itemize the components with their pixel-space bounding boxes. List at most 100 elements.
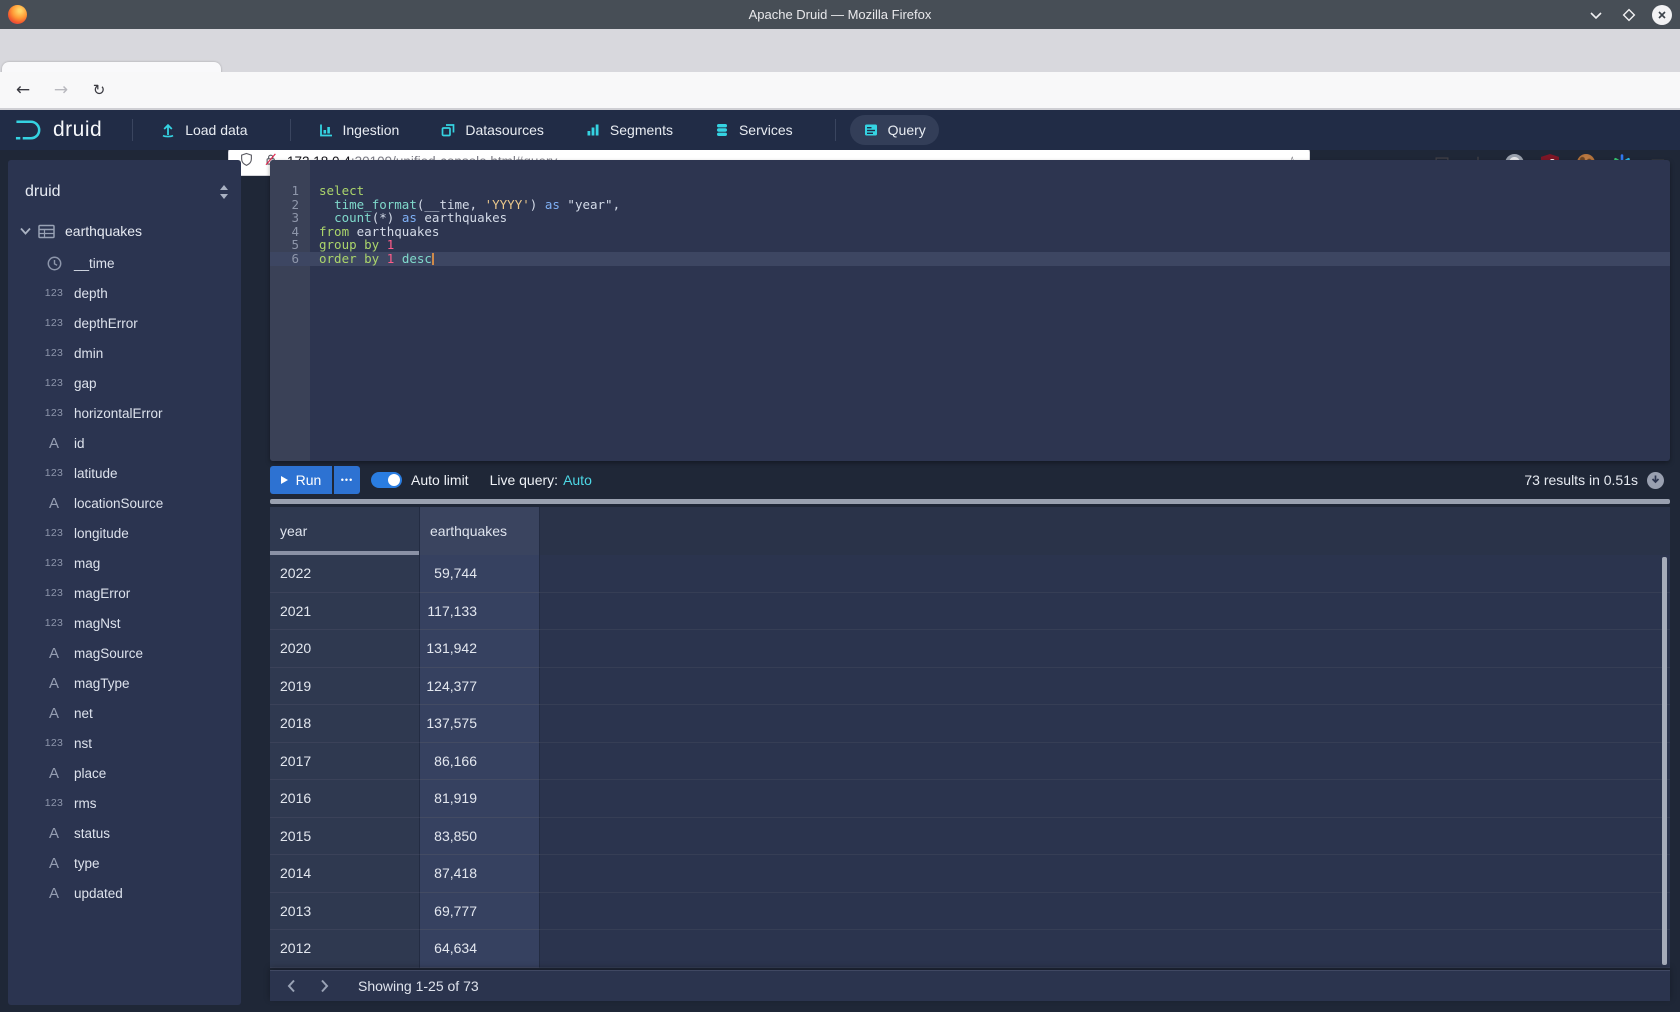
next-page-button[interactable] bbox=[311, 973, 337, 999]
column-name: magError bbox=[74, 586, 130, 601]
cell-earthquakes[interactable]: 86,166 bbox=[420, 743, 540, 781]
sidebar-column-id[interactable]: Aid bbox=[8, 428, 241, 458]
editor-line-3[interactable]: 3 count(*) as earthquakes bbox=[270, 211, 1670, 225]
results-header: year earthquakes bbox=[270, 507, 1670, 555]
cell-earthquakes[interactable]: 124,377 bbox=[420, 668, 540, 706]
prev-page-button[interactable] bbox=[278, 973, 304, 999]
sidebar-column-magSource[interactable]: AmagSource bbox=[8, 638, 241, 668]
cell-earthquakes[interactable]: 87,418 bbox=[420, 855, 540, 893]
result-row-2022[interactable]: 202259,744 bbox=[270, 555, 1670, 593]
editor-line-5[interactable]: 5group by 1 bbox=[270, 238, 1670, 252]
forward-button[interactable]: → bbox=[46, 75, 76, 105]
editor-line-2[interactable]: 2 time_format(__time, 'YYYY') as "year", bbox=[270, 198, 1670, 212]
nav-item-ingestion[interactable]: Ingestion bbox=[305, 115, 413, 145]
editor-line-1[interactable]: 1select bbox=[270, 184, 1670, 198]
auto-limit-toggle[interactable] bbox=[371, 472, 402, 488]
cell-year[interactable]: 2014 bbox=[270, 855, 420, 893]
nav-item-datasources[interactable]: Datasources bbox=[427, 115, 557, 145]
schema-selector[interactable]: druid bbox=[8, 174, 241, 210]
sidebar-column-place[interactable]: Aplace bbox=[8, 758, 241, 788]
cell-earthquakes[interactable]: 81,919 bbox=[420, 780, 540, 818]
sidebar-column-longitude[interactable]: 123longitude bbox=[8, 518, 241, 548]
vertical-scrollbar[interactable] bbox=[1662, 557, 1667, 965]
sidebar-column-horizontalError[interactable]: 123horizontalError bbox=[8, 398, 241, 428]
sidebar-column-__time[interactable]: __time bbox=[8, 248, 241, 278]
cell-earthquakes[interactable]: 83,850 bbox=[420, 818, 540, 856]
editor-line-4[interactable]: 4from earthquakes bbox=[270, 225, 1670, 239]
cell-year[interactable]: 2016 bbox=[270, 780, 420, 818]
sidebar-column-latitude[interactable]: 123latitude bbox=[8, 458, 241, 488]
run-more-button[interactable]: ••• bbox=[334, 466, 360, 494]
numeric-type-icon: 123 bbox=[42, 317, 66, 329]
sidebar-column-gap[interactable]: 123gap bbox=[8, 368, 241, 398]
cell-year[interactable]: 2012 bbox=[270, 930, 420, 968]
druid-logo[interactable]: druid bbox=[14, 117, 102, 143]
segments-icon bbox=[585, 122, 601, 138]
result-row-2015[interactable]: 201583,850 bbox=[270, 818, 1670, 856]
nav-item-load-data[interactable]: Load data bbox=[147, 115, 260, 145]
result-row-2014[interactable]: 201487,418 bbox=[270, 855, 1670, 893]
sidebar-column-mag[interactable]: 123mag bbox=[8, 548, 241, 578]
back-button[interactable]: ← bbox=[8, 75, 38, 105]
cell-year[interactable]: 2017 bbox=[270, 743, 420, 781]
tracking-shield-icon[interactable] bbox=[239, 151, 254, 173]
column-header-year[interactable]: year bbox=[270, 507, 420, 555]
result-row-2019[interactable]: 2019124,377 bbox=[270, 668, 1670, 706]
editor-line-6[interactable]: 6order by 1 desc bbox=[270, 252, 1670, 266]
sidebar-column-depth[interactable]: 123depth bbox=[8, 278, 241, 308]
result-row-2017[interactable]: 201786,166 bbox=[270, 743, 1670, 781]
browser-tabbar: Apache Druid × + bbox=[0, 29, 1680, 72]
sql-editor[interactable]: 1select2 time_format(__time, 'YYYY') as … bbox=[270, 160, 1670, 461]
window-minimize-button[interactable] bbox=[1586, 5, 1606, 25]
live-query-label[interactable]: Live query:Auto bbox=[490, 472, 592, 488]
download-results-icon[interactable] bbox=[1647, 472, 1664, 489]
sidebar-column-updated[interactable]: Aupdated bbox=[8, 878, 241, 908]
cell-year[interactable]: 2018 bbox=[270, 705, 420, 743]
sidebar-column-magError[interactable]: 123magError bbox=[8, 578, 241, 608]
sidebar-column-locationSource[interactable]: AlocationSource bbox=[8, 488, 241, 518]
line-number: 6 bbox=[270, 252, 310, 266]
nav-item-services[interactable]: Services bbox=[701, 115, 806, 145]
reload-button[interactable]: ↻ bbox=[84, 75, 114, 105]
window-close-button[interactable] bbox=[1652, 5, 1672, 25]
result-row-2013[interactable]: 201369,777 bbox=[270, 893, 1670, 931]
cell-earthquakes[interactable]: 137,575 bbox=[420, 705, 540, 743]
cell-year[interactable]: 2019 bbox=[270, 668, 420, 706]
sidebar-column-rms[interactable]: 123rms bbox=[8, 788, 241, 818]
cell-earthquakes[interactable]: 59,744 bbox=[420, 555, 540, 593]
result-row-2020[interactable]: 2020131,942 bbox=[270, 630, 1670, 668]
result-row-2016[interactable]: 201681,919 bbox=[270, 780, 1670, 818]
cell-earthquakes[interactable]: 64,634 bbox=[420, 930, 540, 968]
nav-item-query[interactable]: Query bbox=[850, 115, 939, 145]
window-maximize-button[interactable] bbox=[1619, 5, 1639, 25]
sidebar-column-status[interactable]: Astatus bbox=[8, 818, 241, 848]
run-button[interactable]: Run bbox=[270, 466, 332, 494]
cell-year[interactable]: 2022 bbox=[270, 555, 420, 593]
sidebar-table-earthquakes[interactable]: earthquakes bbox=[8, 214, 241, 248]
sidebar-column-depthError[interactable]: 123depthError bbox=[8, 308, 241, 338]
result-row-2021[interactable]: 2021117,133 bbox=[270, 593, 1670, 631]
cell-earthquakes[interactable]: 117,133 bbox=[420, 593, 540, 631]
cell-year[interactable]: 2015 bbox=[270, 818, 420, 856]
result-row-2018[interactable]: 2018137,575 bbox=[270, 705, 1670, 743]
cell-earthquakes[interactable]: 131,942 bbox=[420, 630, 540, 668]
cell-year[interactable]: 2020 bbox=[270, 630, 420, 668]
result-row-2012[interactable]: 201264,634 bbox=[270, 930, 1670, 968]
sidebar-column-magNst[interactable]: 123magNst bbox=[8, 608, 241, 638]
schema-sidebar: druid earthquakes __time123depth123depth… bbox=[8, 160, 241, 1005]
sidebar-column-dmin[interactable]: 123dmin bbox=[8, 338, 241, 368]
sidebar-column-magType[interactable]: AmagType bbox=[8, 668, 241, 698]
line-number: 2 bbox=[270, 198, 310, 212]
string-type-icon: A bbox=[42, 855, 66, 872]
sidebar-column-net[interactable]: Anet bbox=[8, 698, 241, 728]
sidebar-column-type[interactable]: Atype bbox=[8, 848, 241, 878]
browser-navbar: ← → ↻ 172.18.0.4:30109/unified-console.h… bbox=[0, 72, 1680, 110]
horizontal-scrollbar[interactable] bbox=[270, 499, 1670, 504]
sidebar-column-nst[interactable]: 123nst bbox=[8, 728, 241, 758]
text-cursor bbox=[432, 253, 434, 265]
column-header-earthquakes[interactable]: earthquakes bbox=[420, 507, 540, 555]
cell-year[interactable]: 2013 bbox=[270, 893, 420, 931]
cell-earthquakes[interactable]: 69,777 bbox=[420, 893, 540, 931]
cell-year[interactable]: 2021 bbox=[270, 593, 420, 631]
nav-item-segments[interactable]: Segments bbox=[572, 115, 686, 145]
